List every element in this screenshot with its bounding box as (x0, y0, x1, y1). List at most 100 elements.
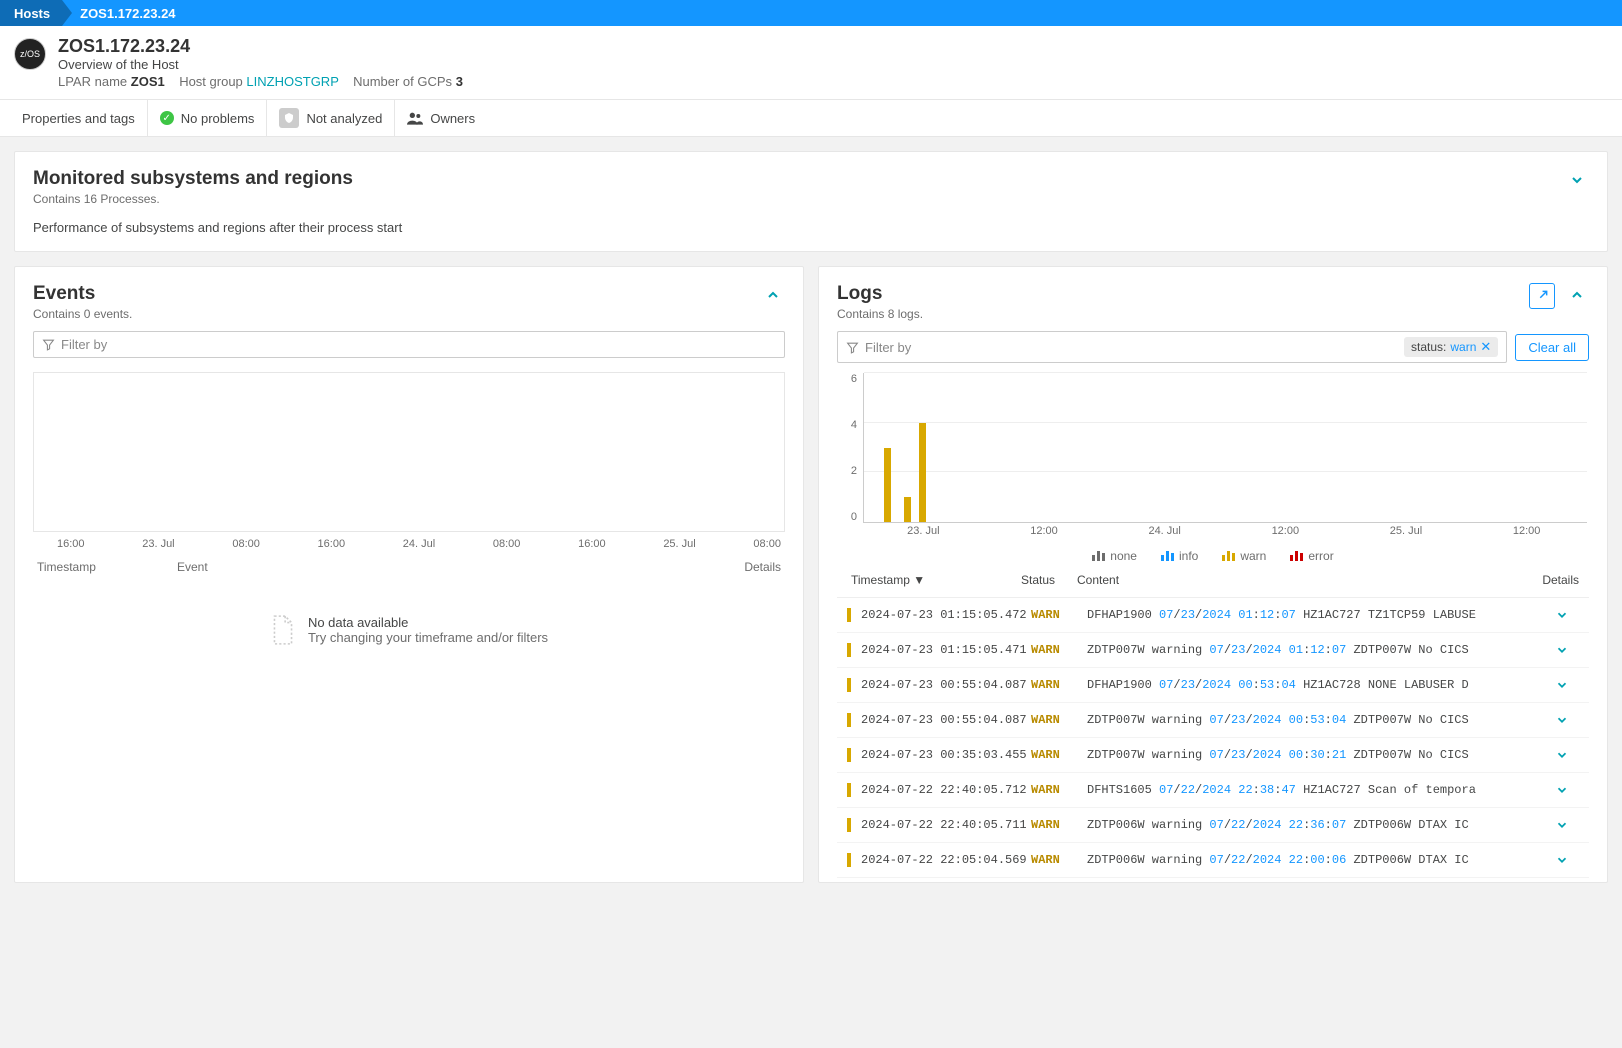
xtick: 23. Jul (142, 538, 174, 550)
events-filter-input[interactable]: Filter by (33, 331, 785, 358)
page-title: ZOS1.172.23.24 (58, 36, 463, 57)
expand-row-button[interactable] (1555, 643, 1585, 657)
check-icon: ✓ (160, 111, 174, 125)
chip-remove-icon[interactable]: ✕ (1480, 339, 1491, 355)
log-row[interactable]: 2024-07-23 00:55:04.087WARNZDTP007W warn… (837, 703, 1589, 738)
x-axis: 23. Jul12:0024. Jul12:0025. Jul12:00 (863, 525, 1587, 543)
sort-desc-icon: ▼ (913, 573, 925, 587)
users-icon (407, 111, 423, 125)
chip-key: status: (1411, 340, 1446, 354)
cell-content: ZDTP007W warning 07/23/2024 00:53:04 ZDT… (1087, 713, 1555, 727)
legend-none[interactable]: none (1092, 549, 1137, 563)
logs-filter-placeholder: Filter by (865, 340, 1398, 355)
gcp-value: 3 (456, 74, 463, 89)
chip-value: warn (1450, 340, 1476, 354)
expand-row-button[interactable] (1555, 783, 1585, 797)
logs-sub: Contains 8 logs. (837, 307, 923, 321)
tab-properties[interactable]: Properties and tags (10, 99, 148, 137)
xtick: 08:00 (753, 538, 781, 550)
cell-content: DFHAP1900 07/23/2024 01:12:07 HZ1AC727 T… (1087, 608, 1555, 622)
host-os-icon: z/OS (14, 38, 46, 70)
xtick: 16:00 (578, 538, 606, 550)
log-row[interactable]: 2024-07-23 01:15:05.471WARNZDTP007W warn… (837, 633, 1589, 668)
log-row[interactable]: 2024-07-22 22:05:04.569WARNZDTP006W warn… (837, 843, 1589, 878)
expand-row-button[interactable] (1555, 608, 1585, 622)
cell-timestamp: 2024-07-23 01:15:05.471 (861, 643, 1031, 657)
col-details: Details (1537, 573, 1585, 587)
log-row[interactable]: 2024-07-23 00:55:04.087WARNDFHAP1900 07/… (837, 668, 1589, 703)
breadcrumb-current[interactable]: ZOS1.172.23.24 (62, 2, 189, 25)
logs-table-header: Timestamp ▼ Status Content Details (837, 563, 1589, 598)
events-sub: Contains 0 events. (33, 307, 132, 321)
breadcrumb: Hosts ZOS1.172.23.24 (0, 0, 1622, 26)
logs-title: Logs (837, 283, 923, 305)
filter-icon (42, 338, 55, 351)
log-row[interactable]: 2024-07-22 22:40:05.711WARNZDTP006W warn… (837, 808, 1589, 843)
events-empty-state: No data available Try changing your time… (33, 584, 785, 706)
cell-content: ZDTP007W warning 07/23/2024 01:12:07 ZDT… (1087, 643, 1555, 657)
col-timestamp[interactable]: Timestamp ▼ (851, 573, 1021, 587)
expand-row-button[interactable] (1555, 818, 1585, 832)
legend-label: none (1110, 549, 1137, 563)
breadcrumb-root[interactable]: Hosts (0, 0, 62, 26)
cell-status: WARN (1031, 608, 1087, 622)
logs-filter-input[interactable]: Filter by status: warn ✕ (837, 331, 1507, 363)
xtick: 08:00 (232, 538, 260, 550)
col-status[interactable]: Status (1021, 573, 1077, 587)
open-external-button[interactable] (1529, 283, 1555, 309)
legend-warn[interactable]: warn (1222, 549, 1266, 563)
chevron-up-icon[interactable] (761, 283, 785, 307)
status-stripe (847, 818, 851, 832)
chevron-up-icon[interactable] (1565, 283, 1589, 307)
bar[interactable] (904, 497, 911, 522)
page-subtitle: Overview of the Host (58, 57, 463, 72)
monitored-sub: Contains 16 Processes. (33, 192, 402, 206)
clear-all-button[interactable]: Clear all (1515, 334, 1589, 361)
cell-timestamp: 2024-07-22 22:05:04.569 (861, 853, 1031, 867)
cell-status: WARN (1031, 818, 1087, 832)
filter-chip-status[interactable]: status: warn ✕ (1404, 337, 1498, 357)
logs-table-body: 2024-07-23 01:15:05.472WARNDFHAP1900 07/… (837, 598, 1589, 878)
col-timestamp[interactable]: Timestamp (37, 560, 177, 574)
cell-timestamp: 2024-07-23 00:35:03.455 (861, 748, 1031, 762)
cell-status: WARN (1031, 678, 1087, 692)
status-stripe (847, 608, 851, 622)
legend-label: info (1179, 549, 1198, 563)
status-stripe (847, 853, 851, 867)
legend-error[interactable]: error (1290, 549, 1333, 563)
log-row[interactable]: 2024-07-22 22:40:05.712WARNDFHTS1605 07/… (837, 773, 1589, 808)
log-row[interactable]: 2024-07-23 00:35:03.455WARNZDTP007W warn… (837, 738, 1589, 773)
tab-not-analyzed[interactable]: Not analyzed (267, 99, 395, 137)
cell-timestamp: 2024-07-22 22:40:05.712 (861, 783, 1031, 797)
file-icon (270, 614, 296, 646)
expand-row-button[interactable] (1555, 748, 1585, 762)
y-axis: 6420 (837, 373, 861, 523)
col-content[interactable]: Content (1077, 573, 1537, 587)
events-x-axis: 16:00 23. Jul 08:00 16:00 24. Jul 08:00 … (33, 532, 785, 550)
tab-no-problems-label: No problems (181, 111, 255, 126)
xtick: 25. Jul (663, 538, 695, 550)
status-stripe (847, 678, 851, 692)
shield-icon (279, 108, 299, 128)
events-chart[interactable] (33, 372, 785, 532)
expand-row-button[interactable] (1555, 853, 1585, 867)
bar[interactable] (884, 448, 891, 523)
bar[interactable] (919, 423, 926, 522)
cell-content: ZDTP006W warning 07/22/2024 22:00:06 ZDT… (1087, 853, 1555, 867)
events-table-header: Timestamp Event Details (33, 550, 785, 584)
cell-timestamp: 2024-07-23 01:15:05.472 (861, 608, 1031, 622)
logs-legend: none info warn error (837, 549, 1589, 563)
expand-row-button[interactable] (1555, 678, 1585, 692)
expand-row-button[interactable] (1555, 713, 1585, 727)
log-row[interactable]: 2024-07-23 01:15:05.472WARNDFHAP1900 07/… (837, 598, 1589, 633)
tab-no-problems[interactable]: ✓ No problems (148, 99, 268, 137)
info-tabs: Properties and tags ✓ No problems Not an… (0, 99, 1622, 137)
tab-owners-label: Owners (430, 111, 475, 126)
tab-owners[interactable]: Owners (395, 99, 487, 137)
legend-label: warn (1240, 549, 1266, 563)
chevron-down-icon[interactable] (1565, 168, 1589, 192)
hostgroup-link[interactable]: LINZHOSTGRP (246, 74, 338, 89)
logs-chart[interactable]: 6420 23. Jul12:0024. Jul12:0025. Jul12:0… (837, 373, 1589, 543)
col-event[interactable]: Event (177, 560, 721, 574)
legend-info[interactable]: info (1161, 549, 1198, 563)
